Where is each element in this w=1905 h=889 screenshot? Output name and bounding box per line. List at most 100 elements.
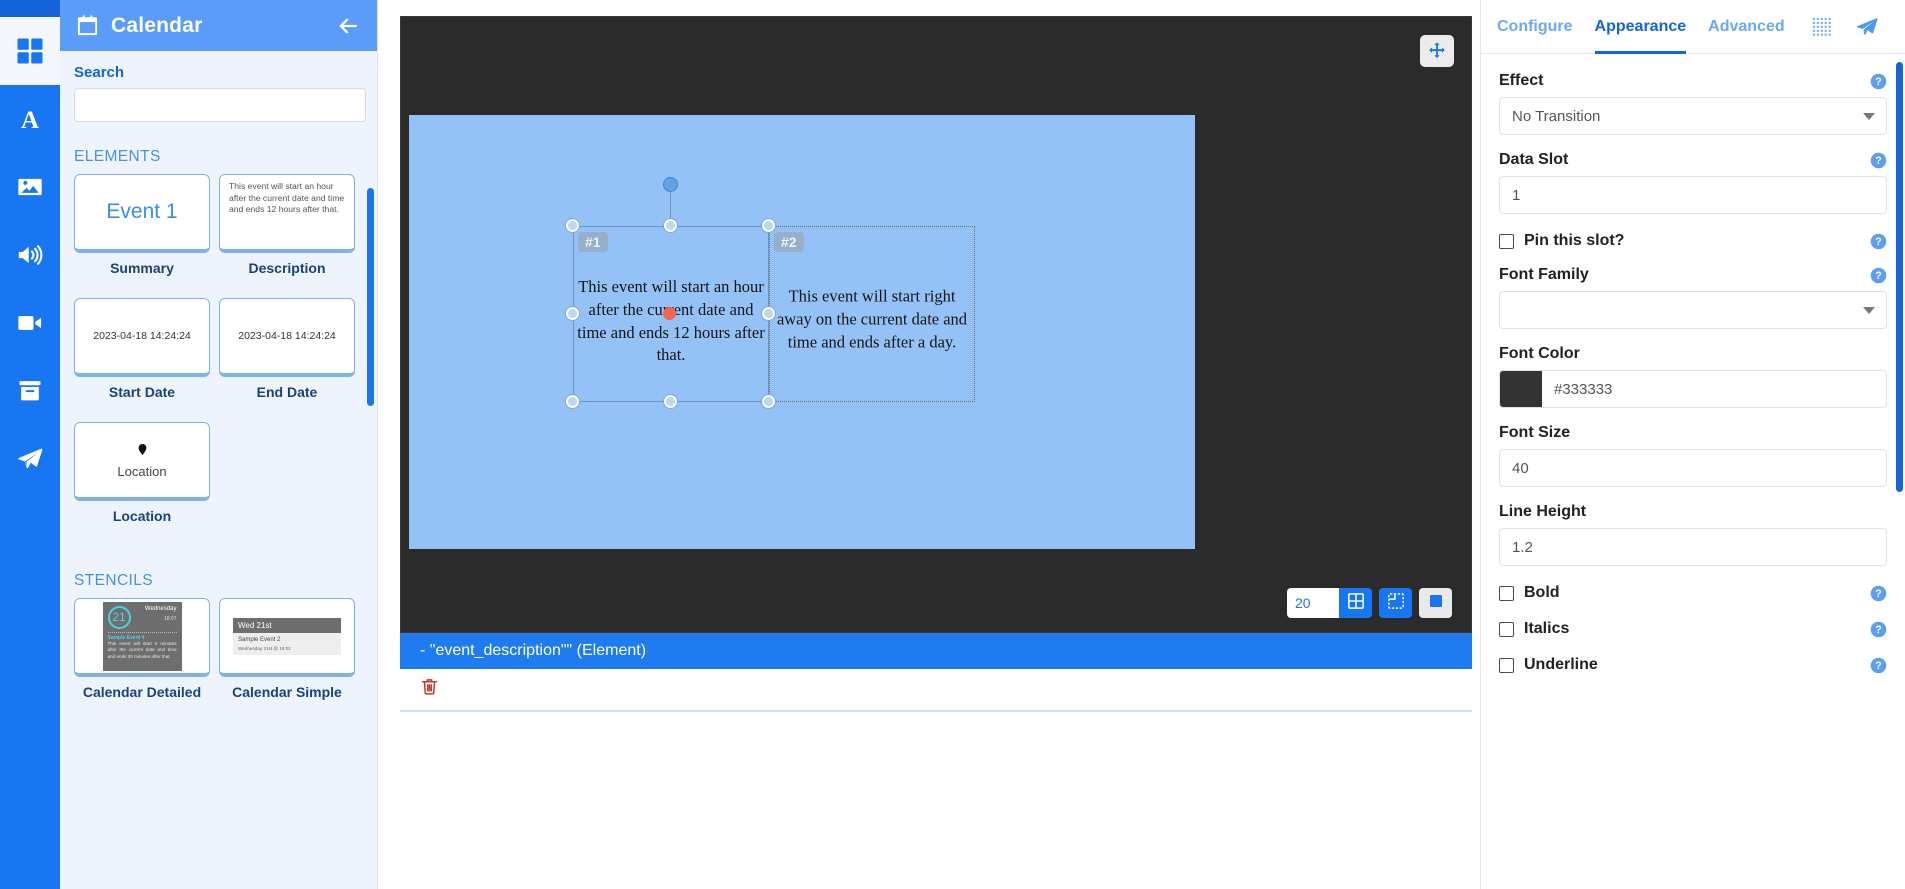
field-row-data-slot: Data Slot ? [1499,151,1887,169]
rail-item-widgets[interactable] [0,17,60,85]
stencil-tile-calendar-detailed[interactable]: 21 Wednesday 18:07 Sample Event 4 This e… [74,598,210,700]
move-arrows-icon[interactable] [1420,35,1454,67]
element-tile-end-date[interactable]: 2023-04-18 14:24:24 End Date [219,298,355,400]
element-tile-start-date[interactable]: 2023-04-18 14:24:24 Start Date [74,298,210,400]
stencil-preview-simple[interactable]: Wed 21st Sample Event 2 Wednesday 21st @… [219,598,355,677]
stencil-tile-calendar-simple[interactable]: Wed 21st Sample Event 2 Wednesday 21st @… [219,598,355,700]
pin-slot-group: Pin this slot? [1499,232,1624,250]
pin-slot-checkbox[interactable] [1499,233,1514,249]
font-family-select-wrap[interactable] [1499,291,1887,329]
stencil-divider [107,631,177,633]
fit-selection-button[interactable] [1379,588,1412,618]
stencil-weekday: Wednesday [144,605,177,612]
tab-advanced[interactable]: Advanced [1708,0,1784,54]
tile-label: End Date [256,384,318,400]
canvas-region-2[interactable]: #2 This event will start right away on t… [769,226,975,402]
right-panel-scrollbar[interactable] [1896,62,1903,492]
help-icon[interactable]: ? [1870,585,1887,602]
effect-select[interactable] [1499,97,1887,135]
resize-handle-w[interactable] [566,307,579,320]
line-height-input[interactable] [1499,528,1887,566]
right-panel-body: Effect ? Data Slot ? [1481,54,1905,889]
bold-group: Bold [1499,584,1560,602]
grid-dots-icon[interactable] [1811,16,1833,38]
stage[interactable]: #2 This event will start right away on t… [400,16,1472,633]
zoom-toolbar [1287,588,1452,618]
help-icon[interactable]: ? [1870,621,1887,638]
left-panel-scrollbar[interactable] [367,188,374,406]
italics-checkbox[interactable] [1499,621,1514,637]
font-family-select[interactable] [1499,291,1887,329]
delete-button[interactable] [420,676,439,702]
field-label-bold: Bold [1524,584,1560,601]
rail-item-archive[interactable] [0,357,60,425]
rail-item-video[interactable] [0,289,60,357]
help-icon[interactable]: ? [1870,152,1887,169]
resize-handle-ne[interactable] [762,219,775,232]
font-color-row [1499,370,1887,408]
help-icon[interactable]: ? [1870,657,1887,674]
field-row-font-family: Font Family ? [1499,266,1887,284]
help-icon[interactable]: ? [1870,233,1887,250]
audio-icon [15,240,45,270]
tile-label: Location [112,508,172,524]
tab-configure[interactable]: Configure [1497,0,1573,54]
field-row-pin-slot: Pin this slot? ? [1499,232,1887,250]
underline-checkbox[interactable] [1499,657,1514,673]
right-panel: Configure Appearance Advanced Effect ? N… [1480,0,1905,889]
stencil-simple-header: Wed 21st [233,617,341,633]
resize-handle-n[interactable] [664,219,677,232]
action-bar [400,669,1472,712]
arrow-left-icon[interactable] [335,13,361,39]
tile-preview-location[interactable]: Location [74,422,210,501]
help-icon[interactable]: ? [1870,73,1887,90]
data-slot-input[interactable] [1499,176,1887,214]
send-icon[interactable] [1855,15,1879,39]
element-tile-location[interactable]: Location Location [74,422,210,524]
region-center-anchor[interactable] [663,307,676,320]
stencil-day-number: 21 [107,605,131,629]
effect-select-wrap[interactable] [1499,97,1887,135]
tab-appearance[interactable]: Appearance [1595,0,1687,54]
tile-preview-text: 2023-04-18 14:24:24 [93,330,191,342]
bold-checkbox[interactable] [1499,585,1514,601]
fit-screen-icon [1427,592,1445,615]
zoom-input[interactable] [1287,588,1339,618]
stencils-section-title: STENCILS [74,572,153,589]
rail-item-image[interactable] [0,153,60,221]
resize-handle-se[interactable] [762,395,775,408]
resize-handle-nw[interactable] [566,219,579,232]
tile-preview-start-date[interactable]: 2023-04-18 14:24:24 [74,298,210,377]
rail-item-publish[interactable] [0,425,60,493]
tile-preview-end-date[interactable]: 2023-04-18 14:24:24 [219,298,355,377]
field-label-underline: Underline [1524,656,1598,673]
rotation-knob[interactable] [663,177,678,192]
canvas-slide[interactable]: #2 This event will start right away on t… [409,115,1195,549]
rail-item-audio[interactable] [0,221,60,289]
underline-group: Underline [1499,656,1598,674]
stencils-tile-grid: 21 Wednesday 18:07 Sample Event 4 This e… [74,598,363,722]
field-label-effect: Effect [1499,72,1544,89]
rail-item-text[interactable]: A [0,85,60,153]
status-bar: - "event_description"" (Element) [400,633,1472,669]
element-tile-description[interactable]: This event will start an hour after the … [219,174,355,276]
search-input[interactable] [74,88,366,122]
font-size-input[interactable] [1499,449,1887,487]
tile-preview-description[interactable]: This event will start an hour after the … [219,174,355,253]
fit-screen-button[interactable] [1419,588,1452,618]
font-color-input[interactable] [1542,371,1886,407]
field-row-font-size: Font Size [1499,424,1887,442]
tile-preview-summary[interactable]: Event 1 [74,174,210,253]
search-label: Search [74,64,125,81]
font-color-swatch[interactable] [1500,371,1542,407]
element-tile-summary[interactable]: Event 1 Summary [74,174,210,276]
grid-snap-button[interactable] [1339,588,1372,618]
resize-handle-sw[interactable] [566,395,579,408]
svg-text:?: ? [1875,624,1881,636]
stencil-simple-line1: Sample Event 2 [238,636,281,643]
stencil-preview-detailed[interactable]: 21 Wednesday 18:07 Sample Event 4 This e… [74,598,210,677]
left-panel: Calendar Search ELEMENTS Event 1 Summary [60,0,378,889]
help-icon[interactable]: ? [1870,267,1887,284]
resize-handle-e[interactable] [762,307,775,320]
resize-handle-s[interactable] [664,395,677,408]
